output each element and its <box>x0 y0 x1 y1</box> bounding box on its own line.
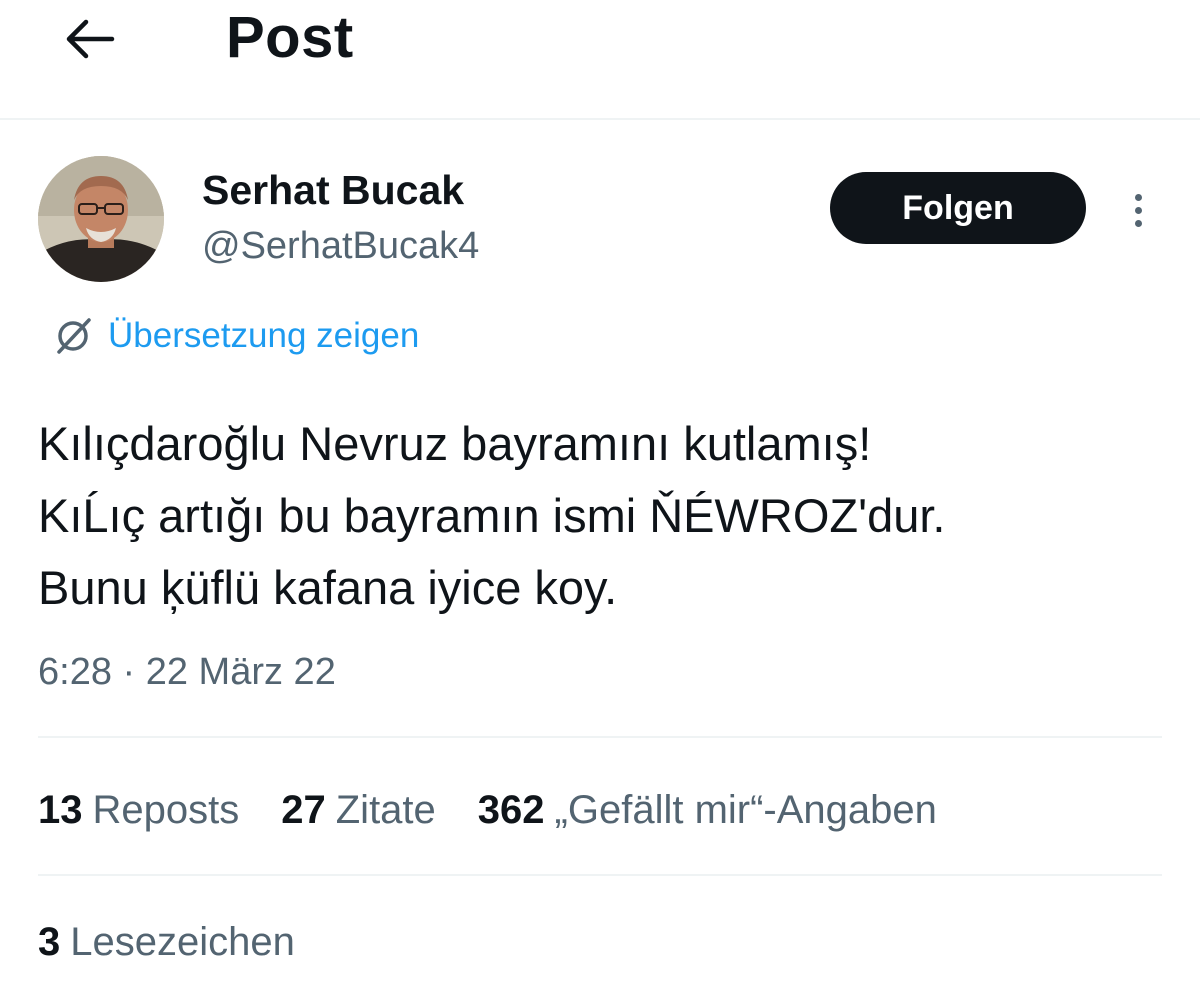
likes-count: 362 <box>477 787 545 832</box>
post-text: Kılıçdaroğlu Nevruz bayramını kutlamış! … <box>38 408 1158 624</box>
reposts-label: Reposts <box>92 787 240 832</box>
follow-button-label: Folgen <box>902 188 1014 227</box>
show-translation-link[interactable]: Übersetzung zeigen <box>46 310 419 362</box>
quotes-stat[interactable]: 27 Zitate <box>281 788 436 833</box>
bookmarks-label: Lesezeichen <box>70 920 295 964</box>
globe-translate-icon <box>46 310 100 362</box>
more-vertical-icon <box>1134 193 1142 201</box>
reposts-stat[interactable]: 13 Reposts <box>38 788 239 833</box>
header-divider <box>0 118 1200 120</box>
quotes-count: 27 <box>281 787 326 832</box>
more-vertical-icon-dot <box>1134 206 1142 214</box>
arrow-left-icon <box>66 19 115 59</box>
author-display-name[interactable]: Serhat Bucak <box>202 166 464 214</box>
follow-button[interactable]: Folgen <box>830 172 1086 244</box>
quotes-label: Zitate <box>335 787 436 832</box>
reposts-count: 13 <box>38 787 83 832</box>
show-translation-label: Übersetzung zeigen <box>108 316 420 355</box>
bookmarks-stat[interactable]: 3 Lesezeichen <box>38 920 295 976</box>
avatar-image <box>38 156 164 282</box>
likes-stat[interactable]: 362 „Gefällt mir“-Angaben <box>478 788 937 833</box>
author-handle[interactable]: @SerhatBucak4 <box>202 222 479 270</box>
post-text-line: Kılıçdaroğlu Nevruz bayramını kutlamış! <box>38 417 872 470</box>
back-button[interactable] <box>60 14 120 64</box>
post-text-line: Bunu ķüflü kafana iyice koy. <box>38 561 618 614</box>
avatar[interactable] <box>38 156 164 282</box>
top-bar: Post <box>0 0 1200 118</box>
likes-label: „Gefällt mir“-Angaben <box>554 787 937 832</box>
more-vertical-icon-dot <box>1134 219 1142 227</box>
post-timestamp[interactable]: 6:28 · 22 März 22 <box>38 646 336 698</box>
bookmarks-count: 3 <box>38 920 61 964</box>
post-text-line: KıĹıç artığı bu bayramın ismi ŇÉWROZ'dur… <box>38 489 946 542</box>
page-title: Post <box>226 5 354 70</box>
stats-divider-bottom <box>38 874 1162 876</box>
more-options-button[interactable] <box>1120 180 1156 240</box>
engagement-stats: 13 Reposts 27 Zitate 362 „Gefällt mir“-A… <box>38 782 937 838</box>
stats-divider-top <box>38 736 1162 738</box>
